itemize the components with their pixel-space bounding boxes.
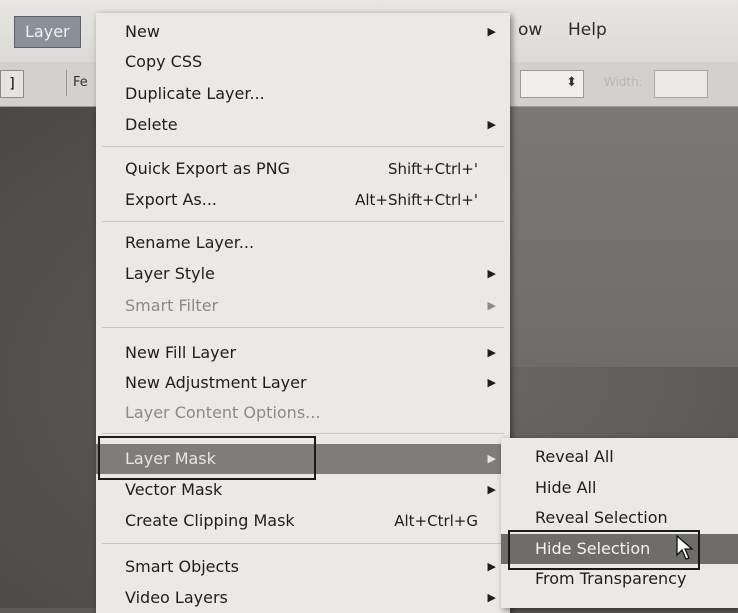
menu-help[interactable]: Help	[560, 14, 615, 46]
layer-mask-submenu: Reveal All Hide All Reveal Selection Hid…	[501, 438, 738, 608]
menu-separator	[102, 146, 504, 147]
width-input[interactable]	[654, 70, 708, 98]
submenu-arrow-icon: ▶	[487, 25, 496, 38]
menu-layer[interactable]: Layer	[14, 16, 81, 48]
width-label: Width:	[604, 75, 643, 89]
menu-view[interactable]: ow	[510, 14, 550, 46]
layer-menu: New ▶ Copy CSS Duplicate Layer... Delete ▶…	[96, 13, 510, 613]
menu-item-new-adjustment-layer[interactable]: New Adjustment Layer ▶	[96, 368, 510, 398]
menu-separator	[102, 433, 504, 434]
style-dropdown[interactable]: ⬍	[520, 70, 584, 98]
annotation-box-layer-mask	[98, 436, 316, 480]
document-page	[490, 107, 738, 367]
menu-item-copy-css[interactable]: Copy CSS	[96, 47, 510, 77]
shortcut-label: Shift+Ctrl+'	[387, 160, 478, 178]
shortcut-label: Alt+Ctrl+G	[394, 512, 478, 530]
menu-item-new-fill-layer[interactable]: New Fill Layer ▶	[96, 338, 510, 368]
menu-separator	[102, 327, 504, 328]
submenu-arrow-icon: ▶	[487, 118, 496, 131]
menu-item-rename-layer[interactable]: Rename Layer...	[96, 228, 510, 258]
menu-item-quick-export[interactable]: Quick Export as PNG Shift+Ctrl+'	[96, 154, 510, 184]
menu-item-video-layers[interactable]: Video Layers ▶	[96, 583, 510, 613]
submenu-arrow-icon: ▶	[487, 452, 496, 465]
submenu-item-hide-all[interactable]: Hide All	[501, 473, 738, 503]
menu-item-create-clipping-mask[interactable]: Create Clipping Mask Alt+Ctrl+G	[96, 506, 510, 536]
submenu-arrow-icon: ▶	[487, 267, 496, 280]
menu-item-layer-content-options[interactable]: Layer Content Options...	[96, 398, 510, 428]
menu-item-export-as[interactable]: Export As... Alt+Shift+Ctrl+'	[96, 185, 510, 215]
submenu-arrow-icon: ▶	[487, 299, 496, 312]
dropdown-arrow-icon: ⬍	[566, 75, 577, 90]
submenu-arrow-icon: ▶	[487, 483, 496, 496]
submenu-arrow-icon: ▶	[487, 560, 496, 573]
menu-item-layer-style[interactable]: Layer Style ▶	[96, 259, 510, 289]
submenu-arrow-icon: ▶	[487, 346, 496, 359]
menu-item-smart-filter[interactable]: Smart Filter ▶	[96, 291, 510, 321]
submenu-item-reveal-all[interactable]: Reveal All	[501, 442, 738, 472]
menu-item-new[interactable]: New ▶	[96, 17, 510, 47]
shortcut-label: Alt+Shift+Ctrl+'	[355, 191, 478, 209]
submenu-item-reveal-selection[interactable]: Reveal Selection	[501, 503, 738, 533]
submenu-arrow-icon: ▶	[487, 376, 496, 389]
menu-item-smart-objects[interactable]: Smart Objects ▶	[96, 552, 510, 582]
menu-item-delete[interactable]: Delete ▶	[96, 110, 510, 140]
menu-separator	[102, 221, 504, 222]
menu-item-duplicate-layer[interactable]: Duplicate Layer...	[96, 79, 510, 109]
mouse-pointer-icon	[676, 535, 694, 560]
annotation-box-hide-selection	[508, 530, 700, 570]
selection-mode-button[interactable]: ]	[0, 70, 24, 98]
menu-separator	[102, 543, 504, 544]
submenu-arrow-icon: ▶	[487, 591, 496, 604]
